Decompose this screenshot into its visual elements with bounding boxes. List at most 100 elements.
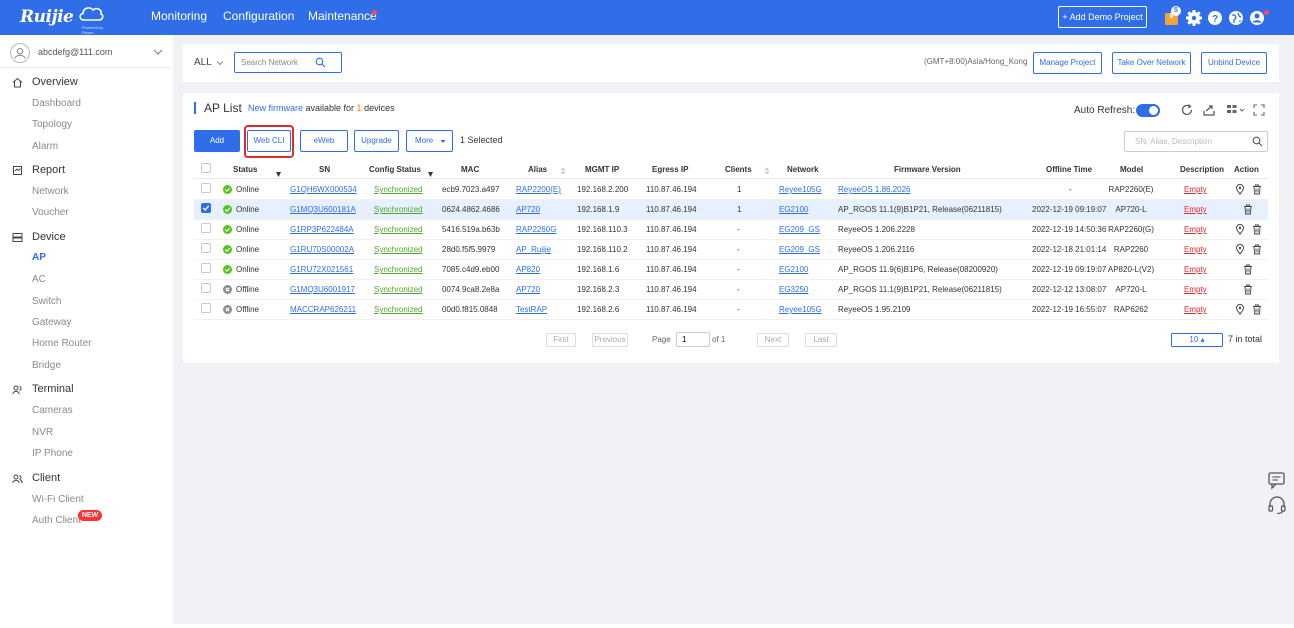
- locate-icon[interactable]: [1235, 224, 1245, 235]
- select-all-checkbox[interactable]: [201, 163, 211, 173]
- sidebar-item-switch[interactable]: Switch: [32, 296, 61, 307]
- description-link[interactable]: Empty: [1184, 285, 1207, 294]
- sn-link[interactable]: G1QH6WX000534: [290, 185, 357, 194]
- network-link[interactable]: Reyee105G: [779, 305, 822, 314]
- delete-icon[interactable]: [1252, 304, 1262, 315]
- page-number-input[interactable]: [676, 332, 710, 347]
- column-header-alias[interactable]: Alias: [528, 165, 547, 174]
- table-row[interactable]: Online G1MQ3U600181A Synchronized 0624.4862…: [194, 200, 1268, 220]
- scope-select[interactable]: ALL: [194, 57, 212, 68]
- nav-configuration[interactable]: Configuration: [223, 0, 294, 35]
- config-status-link[interactable]: Synchronized: [374, 205, 422, 214]
- sidebar-item-ip-phone[interactable]: IP Phone: [32, 448, 73, 459]
- column-settings-icon[interactable]: [1226, 103, 1246, 117]
- more-button[interactable]: More: [406, 130, 453, 152]
- last-page-button[interactable]: Last: [805, 333, 837, 347]
- alias-link[interactable]: RAP2200(E): [516, 185, 561, 194]
- alias-link[interactable]: AP820: [516, 265, 540, 274]
- feedback-icon[interactable]: [1266, 469, 1288, 491]
- column-header-status[interactable]: Status: [233, 165, 257, 174]
- search-icon[interactable]: [315, 57, 326, 68]
- row-checkbox[interactable]: [201, 183, 211, 193]
- config-status-link[interactable]: Synchronized: [374, 225, 422, 234]
- delete-icon[interactable]: [1243, 264, 1253, 275]
- sidebar-item-ac[interactable]: AC: [32, 274, 46, 285]
- delete-icon[interactable]: [1243, 204, 1253, 215]
- eweb-button[interactable]: eWeb: [300, 130, 348, 152]
- description-link[interactable]: Empty: [1184, 305, 1207, 314]
- network-link[interactable]: Reyee105G: [779, 185, 822, 194]
- new-firmware-link[interactable]: New firmware: [248, 103, 303, 113]
- page-size-select[interactable]: 10 ▴: [1171, 333, 1223, 347]
- sort-icon[interactable]: [428, 172, 433, 177]
- row-checkbox[interactable]: [201, 243, 211, 253]
- table-row[interactable]: Online G1RU70S00002A Synchronized 28d0.f5f5…: [194, 240, 1268, 260]
- sidebar-item-dashboard[interactable]: Dashboard: [32, 98, 81, 109]
- alias-link[interactable]: AP720: [516, 205, 540, 214]
- search-network-box[interactable]: [234, 52, 342, 73]
- table-row[interactable]: Online G1QH6WX000534 Synchronized ecb9.7023…: [194, 180, 1268, 200]
- delete-icon[interactable]: [1252, 184, 1262, 195]
- config-status-link[interactable]: Synchronized: [374, 265, 422, 274]
- network-link[interactable]: EG2100: [779, 205, 808, 214]
- alias-link[interactable]: TestRAP: [516, 305, 547, 314]
- sidebar-item-topology[interactable]: Topology: [32, 119, 72, 130]
- row-checkbox[interactable]: [201, 303, 211, 313]
- chevron-down-icon[interactable]: [216, 60, 224, 66]
- sidebar-item-alarm[interactable]: Alarm: [32, 141, 58, 152]
- sn-link[interactable]: G1MQ3U6001917: [290, 285, 355, 294]
- upgrade-button[interactable]: Upgrade: [354, 130, 399, 152]
- ruijie-logo[interactable]: Ruijie Powered by Reyee: [20, 4, 110, 35]
- sidebar-item-gateway[interactable]: Gateway: [32, 317, 71, 328]
- sidebar-item-voucher[interactable]: Voucher: [32, 207, 69, 218]
- add-button[interactable]: Add: [194, 130, 240, 152]
- description-link[interactable]: Empty: [1184, 245, 1207, 254]
- gear-icon[interactable]: [1185, 9, 1203, 27]
- first-page-button[interactable]: First: [546, 333, 576, 347]
- alias-link[interactable]: RAP2260G: [516, 225, 556, 234]
- nav-maintenance[interactable]: Maintenance: [308, 0, 377, 35]
- table-row[interactable]: Online G1RP3P622484A Synchronized 5416.519a…: [194, 220, 1268, 240]
- alias-link[interactable]: AP_Ruijie: [516, 245, 551, 254]
- manage-project-button[interactable]: Manage Project: [1033, 52, 1102, 74]
- sn-search-input[interactable]: [1135, 135, 1247, 148]
- locate-icon[interactable]: [1235, 184, 1245, 195]
- delete-icon[interactable]: [1243, 284, 1253, 295]
- unbind-device-button[interactable]: Unbind Device: [1201, 52, 1267, 74]
- next-page-button[interactable]: Next: [757, 333, 789, 347]
- sidebar-item-nvr[interactable]: NVR: [32, 427, 53, 438]
- config-status-link[interactable]: Synchronized: [374, 185, 422, 194]
- firmware-version[interactable]: ReyeeOS 1.86.2026: [838, 185, 911, 194]
- table-row[interactable]: Offline G1MQ3U6001917 Synchronized 0074.9ca…: [194, 280, 1268, 300]
- row-checkbox[interactable]: [201, 203, 211, 213]
- search-icon[interactable]: [1252, 136, 1263, 147]
- take-over-network-button[interactable]: Take Over Network: [1112, 52, 1191, 74]
- help-icon[interactable]: ?: [1206, 9, 1224, 27]
- network-link[interactable]: EG209_GS: [779, 225, 820, 234]
- sidebar-item-cameras[interactable]: Cameras: [32, 405, 73, 416]
- row-checkbox[interactable]: [201, 223, 211, 233]
- config-status-link[interactable]: Synchronized: [374, 285, 422, 294]
- description-link[interactable]: Empty: [1184, 265, 1207, 274]
- headset-support-icon[interactable]: [1266, 494, 1288, 516]
- column-header-clients[interactable]: Clients: [725, 165, 752, 174]
- alias-link[interactable]: AP720: [516, 285, 540, 294]
- column-header-sn[interactable]: SN: [319, 165, 330, 174]
- description-link[interactable]: Empty: [1184, 225, 1207, 234]
- sort-both-icon[interactable]: [560, 167, 566, 175]
- sidebar-item-bridge[interactable]: Bridge: [32, 360, 61, 371]
- sn-link[interactable]: G1RP3P622484A: [290, 225, 354, 234]
- sidebar-item-wifi-client[interactable]: Wi-Fi Client: [32, 494, 84, 505]
- nav-monitoring[interactable]: Monitoring: [151, 0, 207, 35]
- export-icon[interactable]: [1202, 103, 1216, 117]
- sidebar-item-home-router[interactable]: Home Router: [32, 338, 91, 349]
- config-status-link[interactable]: Synchronized: [374, 245, 422, 254]
- user-menu[interactable]: abcdefg@111.com: [10, 43, 168, 63]
- sn-search-box[interactable]: [1124, 131, 1268, 152]
- web-cli-button[interactable]: Web CLI: [247, 130, 291, 152]
- auto-refresh-toggle[interactable]: [1136, 104, 1160, 117]
- sn-link[interactable]: G1MQ3U600181A: [290, 205, 356, 214]
- table-row[interactable]: Online G1RU72X021561 Synchronized 7085.c4d9…: [194, 260, 1268, 280]
- search-network-input[interactable]: [241, 56, 313, 69]
- sort-both-icon[interactable]: [764, 167, 770, 175]
